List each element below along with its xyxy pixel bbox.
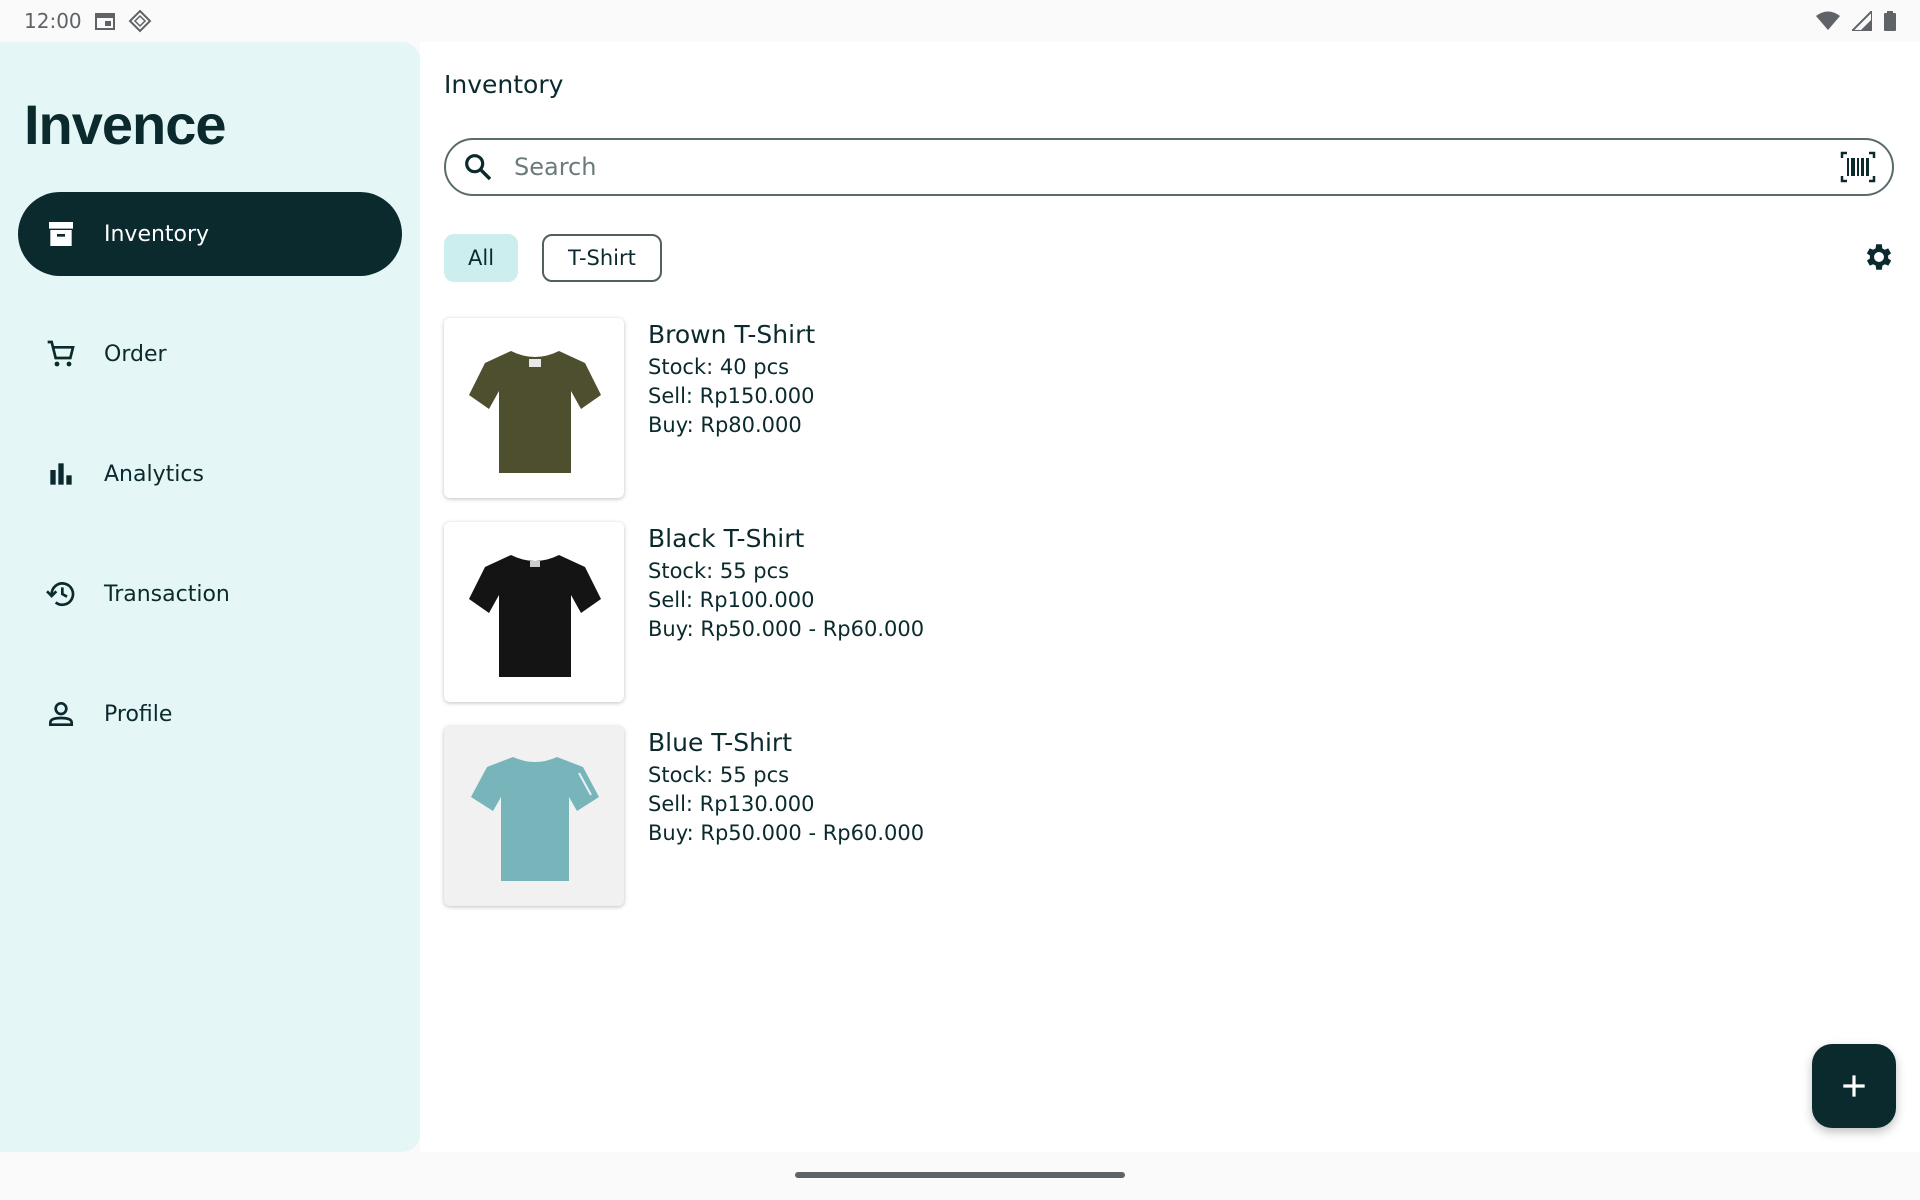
product-list: Brown T-Shirt Stock: 40 pcs Sell: Rp150.…	[444, 318, 1844, 930]
product-image	[444, 522, 624, 702]
bar-chart-icon	[44, 457, 78, 491]
chip-all[interactable]: All	[444, 234, 519, 282]
product-card[interactable]: Black T-Shirt Stock: 55 pcs Sell: Rp100.…	[444, 522, 1844, 704]
nav-rail: Inventory Order Analytics Transaction Pr…	[18, 192, 402, 792]
status-right	[1816, 11, 1896, 31]
product-sell-price: Sell: Rp150.000	[648, 384, 815, 408]
calendar-icon	[94, 13, 115, 30]
nav-label-profile: Profile	[104, 701, 173, 727]
archive-icon	[44, 217, 78, 251]
nav-label-inventory: Inventory	[104, 221, 210, 247]
product-image	[444, 726, 624, 906]
product-info: Brown T-Shirt Stock: 40 pcs Sell: Rp150.…	[648, 318, 815, 500]
product-name: Blue T-Shirt	[648, 728, 793, 757]
product-sell-price: Sell: Rp130.000	[648, 792, 815, 816]
chip-t-shirt[interactable]: T-Shirt	[542, 234, 662, 282]
main-content: Inventory All T-Shirt Brown T-Shirt Stoc…	[420, 42, 1920, 1152]
status-left: 12:00	[24, 9, 152, 33]
app-logo: Invence	[24, 93, 227, 156]
product-buy-price: Buy: Rp50.000 - Rp60.000	[648, 617, 925, 641]
product-name: Black T-Shirt	[648, 524, 805, 553]
battery-icon	[1884, 11, 1896, 31]
filter-chips: All T-Shirt	[444, 234, 662, 282]
nav-item-transaction[interactable]: Transaction	[18, 552, 402, 636]
cart-icon	[44, 337, 78, 371]
home-indicator[interactable]	[795, 1172, 1125, 1178]
history-icon	[44, 577, 78, 611]
t-shirt-icon	[469, 351, 601, 473]
product-stock: Stock: 40 pcs	[648, 355, 790, 379]
t-shirt-icon	[471, 757, 599, 881]
nav-label-transaction: Transaction	[104, 581, 230, 607]
search-bar[interactable]	[444, 138, 1894, 196]
nav-item-inventory[interactable]: Inventory	[18, 192, 402, 276]
product-stock: Stock: 55 pcs	[648, 559, 790, 583]
barcode-scan-icon[interactable]	[1840, 151, 1876, 183]
nav-item-order[interactable]: Order	[18, 312, 402, 396]
product-card[interactable]: Brown T-Shirt Stock: 40 pcs Sell: Rp150.…	[444, 318, 1844, 500]
plus-icon	[1843, 1075, 1865, 1097]
search-input[interactable]	[512, 152, 1840, 182]
product-stock: Stock: 55 pcs	[648, 763, 790, 787]
page-title: Inventory	[444, 70, 564, 99]
signal-icon	[1852, 11, 1872, 31]
product-name: Brown T-Shirt	[648, 320, 816, 349]
add-product-button[interactable]	[1812, 1044, 1896, 1128]
nav-item-analytics[interactable]: Analytics	[18, 432, 402, 516]
gear-icon[interactable]	[1862, 240, 1896, 274]
product-card[interactable]: Blue T-Shirt Stock: 55 pcs Sell: Rp130.0…	[444, 726, 1844, 908]
product-sell-price: Sell: Rp100.000	[648, 588, 815, 612]
search-icon	[465, 154, 492, 181]
status-time: 12:00	[24, 9, 82, 33]
nav-label-order: Order	[104, 341, 167, 367]
sidebar: Invence Inventory Order Analytics Transa…	[0, 42, 420, 1152]
t-shirt-icon	[469, 555, 601, 677]
nav-label-analytics: Analytics	[104, 461, 204, 487]
person-icon	[44, 697, 78, 731]
wifi-icon	[1816, 11, 1840, 30]
product-buy-price: Buy: Rp80.000	[648, 413, 802, 437]
product-info: Blue T-Shirt Stock: 55 pcs Sell: Rp130.0…	[648, 726, 924, 908]
product-image	[444, 318, 624, 498]
diamond-icon	[128, 9, 152, 33]
product-buy-price: Buy: Rp50.000 - Rp60.000	[648, 821, 925, 845]
product-info: Black T-Shirt Stock: 55 pcs Sell: Rp100.…	[648, 522, 924, 704]
status-bar: 12:00	[0, 0, 1920, 42]
nav-item-profile[interactable]: Profile	[18, 672, 402, 756]
